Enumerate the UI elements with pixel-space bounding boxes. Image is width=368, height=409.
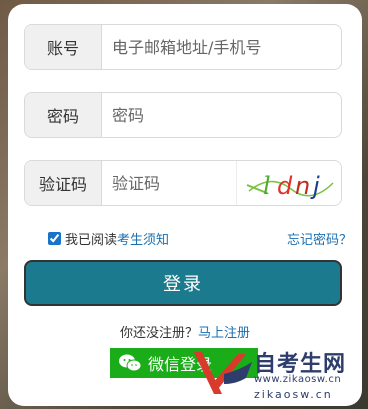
captcha-field: 验证码 l d n j bbox=[24, 160, 342, 206]
agree-row[interactable]: 我已阅读 考生须知 bbox=[48, 229, 169, 248]
agree-checkbox[interactable] bbox=[48, 232, 61, 245]
captcha-graphic: l d n j bbox=[246, 172, 334, 200]
exam-notice-link[interactable]: 考生须知 bbox=[117, 229, 169, 248]
wechat-icon bbox=[119, 354, 142, 372]
password-field: 密码 bbox=[24, 92, 342, 138]
captcha-image[interactable]: l d n j bbox=[236, 161, 341, 205]
captcha-input[interactable] bbox=[102, 161, 232, 205]
password-label: 密码 bbox=[25, 93, 102, 137]
password-input[interactable] bbox=[102, 93, 341, 137]
captcha-char-2: d bbox=[277, 172, 293, 200]
account-label: 账号 bbox=[25, 25, 102, 69]
agree-prefix: 我已阅读 bbox=[65, 233, 118, 248]
wechat-login-button[interactable]: 微信登录 bbox=[110, 348, 258, 378]
register-prompt: 你还没注册？ bbox=[119, 326, 198, 341]
captcha-char-3: n bbox=[295, 172, 310, 200]
register-link[interactable]: 马上注册 bbox=[198, 326, 250, 341]
captcha-label: 验证码 bbox=[25, 161, 102, 205]
forgot-password-link[interactable]: 忘记密码？ bbox=[287, 229, 352, 248]
captcha-char-1: l bbox=[263, 172, 271, 200]
register-row: 你还没注册？马上注册 bbox=[8, 322, 362, 341]
login-button[interactable]: 登录 bbox=[24, 260, 342, 306]
account-input[interactable] bbox=[102, 25, 341, 69]
wechat-login-label: 微信登录 bbox=[148, 357, 213, 374]
login-card: 账号 密码 验证码 l d n j 我已阅读 考生须知 忘记密码？ 登录 你还没… bbox=[8, 4, 362, 406]
account-field: 账号 bbox=[24, 24, 342, 70]
